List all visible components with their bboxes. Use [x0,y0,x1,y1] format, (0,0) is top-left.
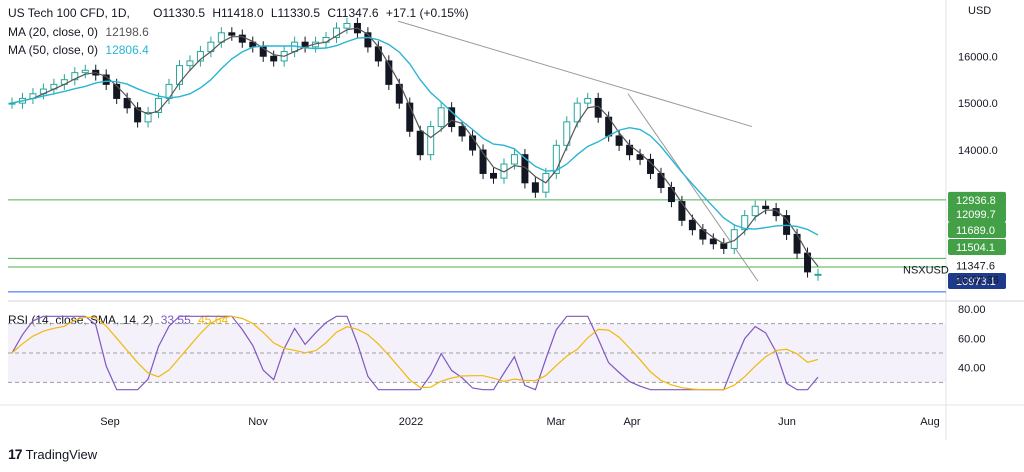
time-tick-label: Sep [100,416,120,428]
rsi-tick-label: 80.00 [958,304,986,316]
candle-body[interactable] [228,32,236,36]
candle-body[interactable] [374,46,382,62]
candle-body[interactable] [437,107,445,128]
candle-body[interactable] [531,182,539,193]
rsi-tick-label: 40.00 [958,363,986,375]
tradingview-mark-icon: 17 [8,446,23,462]
brand-label: TradingView [25,446,98,462]
rsi-tick-label: 60.00 [958,333,986,345]
candle-body[interactable] [573,102,581,123]
ma20-line[interactable] [11,27,819,267]
candle-body[interactable] [81,69,89,74]
candle-body[interactable] [510,154,518,165]
candle-body[interactable] [186,60,194,67]
time-tick-label: Jun [778,416,796,428]
candle-body[interactable] [720,243,728,249]
candle-body[interactable] [270,55,278,62]
candle-body[interactable] [458,126,466,137]
candle-body[interactable] [343,22,351,29]
candle-body[interactable] [688,219,696,231]
price-badge-label: 11504.1 [956,242,995,254]
candle-body[interactable] [762,205,770,210]
candle-body[interactable] [175,65,183,85]
candle-body[interactable] [490,172,498,179]
candle-body[interactable] [814,273,822,276]
candle-body[interactable] [615,135,623,146]
tradingview-logo[interactable]: 17 TradingView [8,446,97,462]
price-badge-label: 12936.8 [956,195,996,207]
time-tick-label: Nov [248,416,268,428]
time-tick-label: Apr [623,416,640,428]
candle-body[interactable] [416,130,424,156]
currency-label: USD [968,5,991,17]
candle-body[interactable] [427,126,435,156]
candle-body[interactable] [647,158,655,174]
price-badge-label: 12099.7 [956,209,996,221]
candle-body[interactable] [709,238,717,245]
candle-body[interactable] [751,205,759,217]
candle-body[interactable] [584,97,592,104]
price-tick-label: 14000.0 [958,145,998,157]
trendline[interactable] [627,93,759,282]
time-tick-label: Aug [920,416,940,428]
time-tick-label: Mar [547,416,566,428]
price-tick-label: 16000.0 [958,51,998,63]
price-badge-label: 11689.0 [956,225,995,237]
price-chart[interactable]: USD 14000.0 15000.0 16000.0 Sep Nov 2022 Mar Apr… [0,0,1024,440]
time-tick-label: 2022 [399,416,423,428]
ma50-line[interactable] [11,36,819,236]
current-price-label: 11347.6 [956,260,995,272]
symbol-tag-label: NSXUSD [903,264,949,276]
candle-body[interactable] [678,201,686,221]
countdown-label: 16:02:36 [956,274,999,286]
price-tick-label: 15000.0 [958,98,998,110]
